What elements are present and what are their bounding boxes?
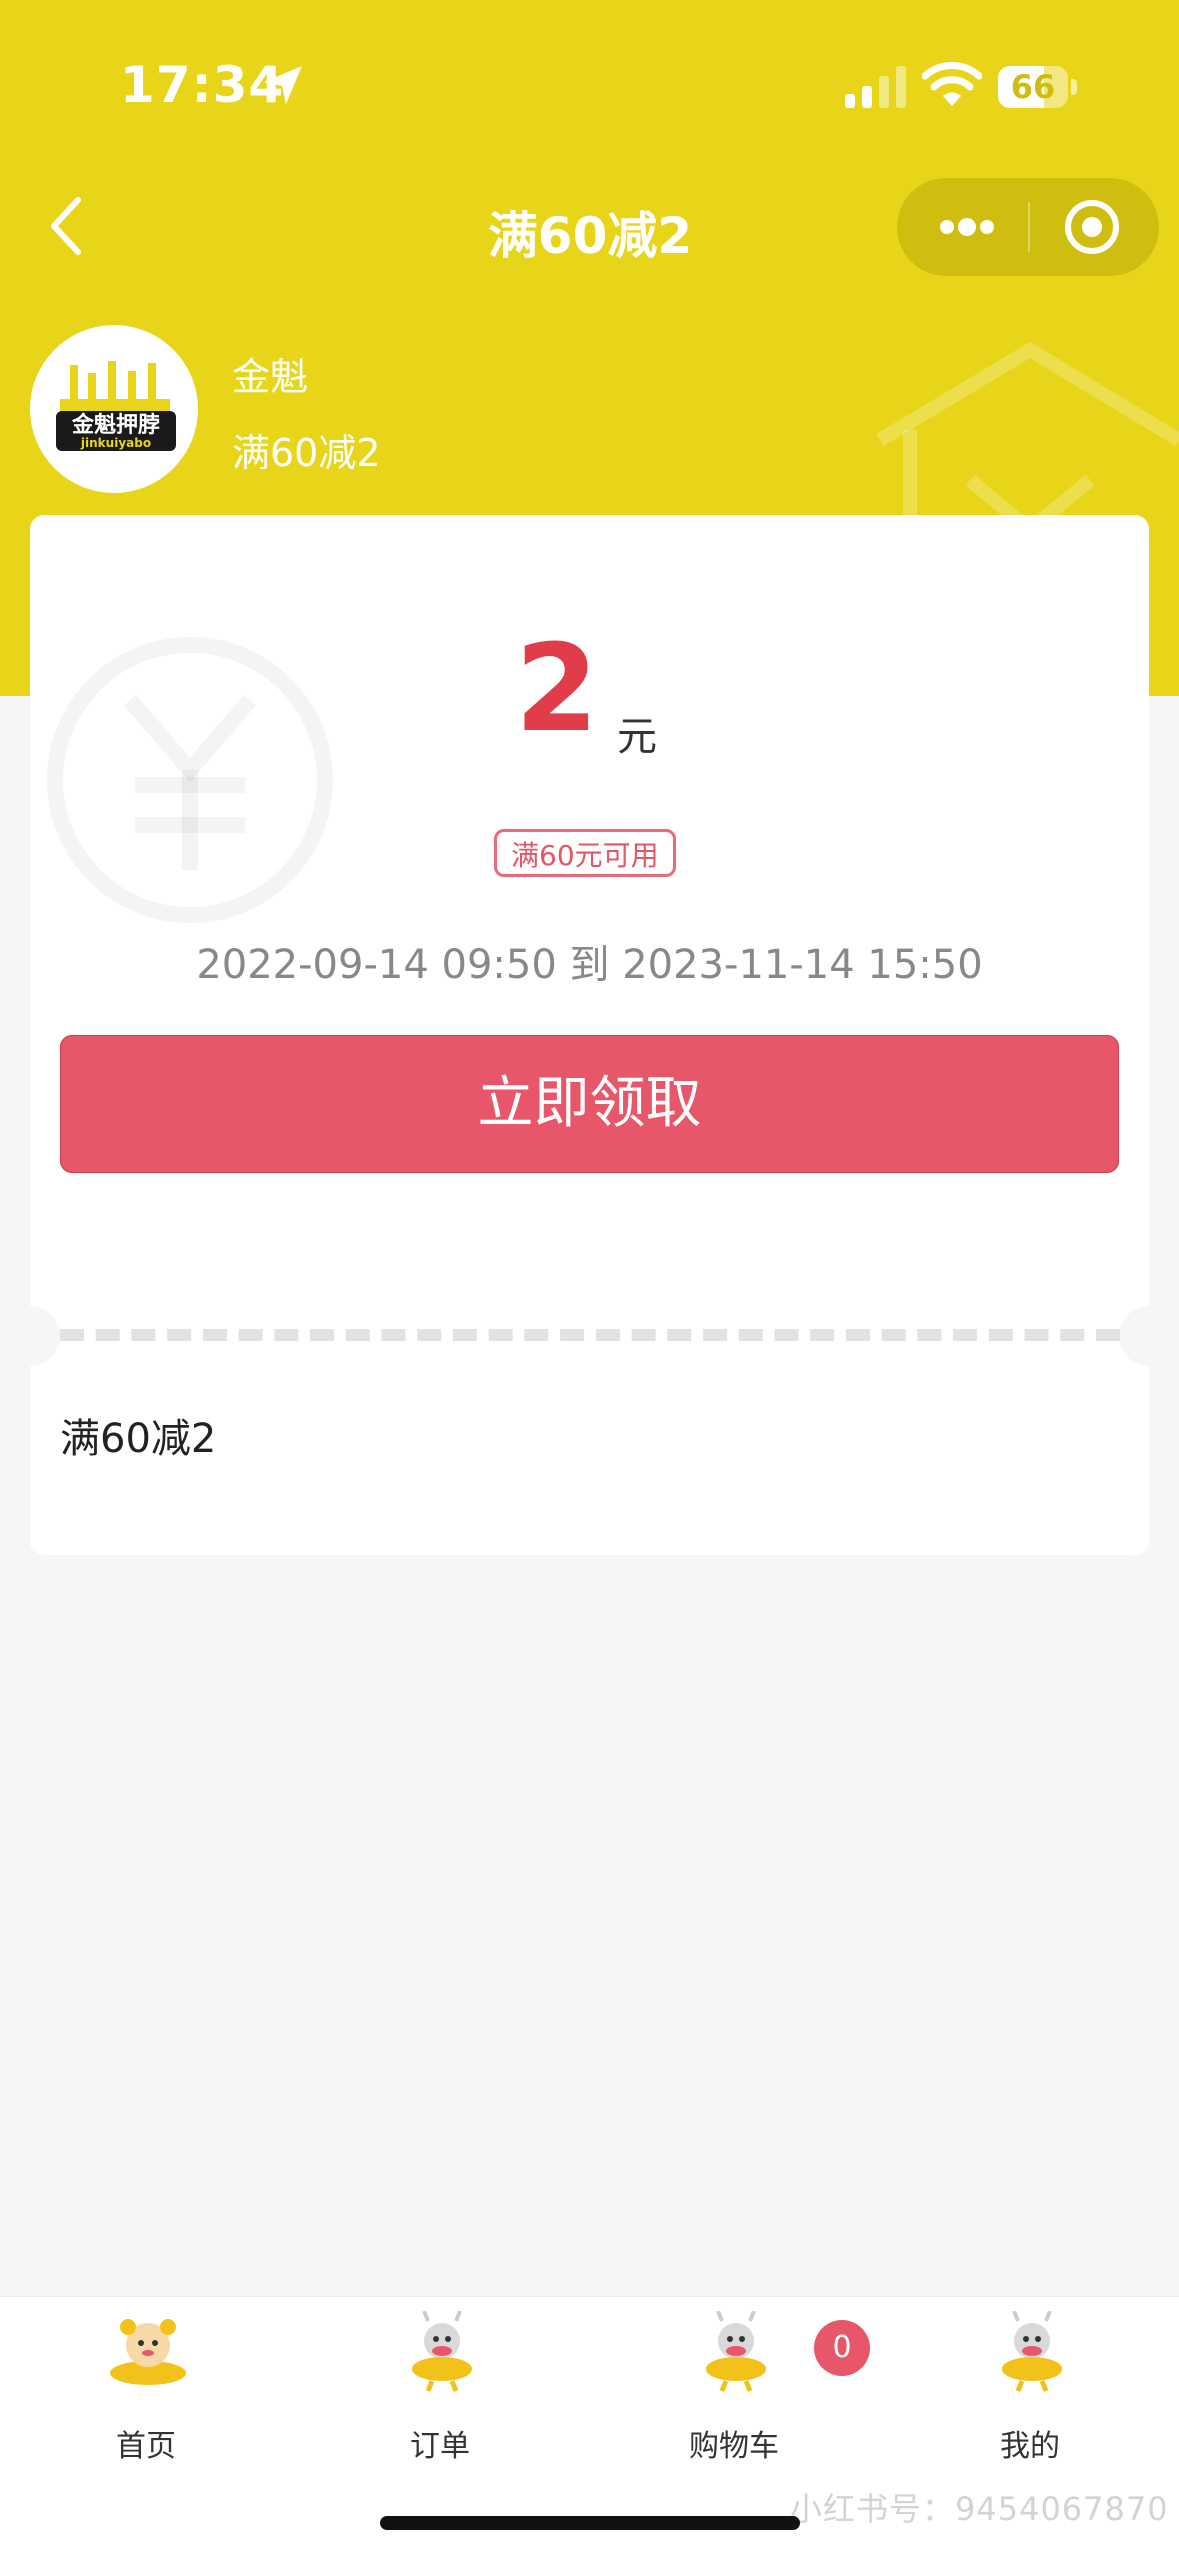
shop-name: 金魁 <box>232 355 309 399</box>
claim-button[interactable]: 立即领取 <box>60 1035 1119 1173</box>
coupon-description: 满60减2 <box>60 1416 217 1462</box>
cart-count-badge: 0 <box>814 2320 870 2376</box>
battery-level: 66 <box>1010 68 1056 106</box>
coupon-condition-badge: 满60元可用 <box>494 829 676 877</box>
home-indicator <box>380 2516 800 2530</box>
home-mascot-icon <box>110 2319 186 2385</box>
tab-cart[interactable]: 购物车 <box>634 2311 834 2464</box>
card-divider <box>60 1329 1120 1341</box>
coupon-validity: 2022-09-14 09:50 到 2023-11-14 15:50 <box>196 942 983 988</box>
tab-profile[interactable]: 我的 <box>930 2311 1130 2464</box>
back-arrow-icon[interactable] <box>40 190 92 262</box>
card-notch-right <box>1119 1306 1179 1366</box>
mini-program-capsule <box>897 178 1159 276</box>
close-target-icon[interactable] <box>1042 178 1142 276</box>
more-dots-icon[interactable] <box>917 178 1017 276</box>
wifi-icon <box>922 62 982 106</box>
tab-orders[interactable]: 订单 <box>340 2311 540 2464</box>
profile-duck-icon <box>1002 2311 1062 2392</box>
cart-duck-icon <box>706 2311 766 2392</box>
logo-text: 金魁押脖 <box>71 412 160 438</box>
location-arrow-icon <box>264 66 302 104</box>
tab-home-label: 首页 <box>116 2429 176 2464</box>
page-title: 满60减2 <box>487 207 693 265</box>
shop-logo: 金魁押脖 jinkuiyabo <box>30 325 198 493</box>
yen-watermark-icon <box>47 637 333 923</box>
status-time: 17:34 <box>120 56 285 114</box>
shop-subtitle: 满60减2 <box>232 431 381 475</box>
cellular-signal-icon <box>845 66 906 108</box>
tab-profile-label: 我的 <box>1000 2429 1060 2464</box>
tab-home[interactable]: 首页 <box>46 2311 246 2464</box>
logo-subtext: jinkuiyabo <box>80 436 151 450</box>
battery-indicator: 66 <box>998 66 1078 108</box>
card-notch-left <box>0 1306 60 1366</box>
tab-cart-label: 购物车 <box>689 2429 779 2464</box>
orders-duck-icon <box>412 2311 472 2392</box>
coupon-unit: 元 <box>617 714 657 760</box>
coupon-amount: 2 <box>515 620 599 759</box>
tab-orders-label: 订单 <box>410 2429 470 2464</box>
xiaohongshu-watermark: 小红书号：9454067870 <box>790 2490 1169 2528</box>
